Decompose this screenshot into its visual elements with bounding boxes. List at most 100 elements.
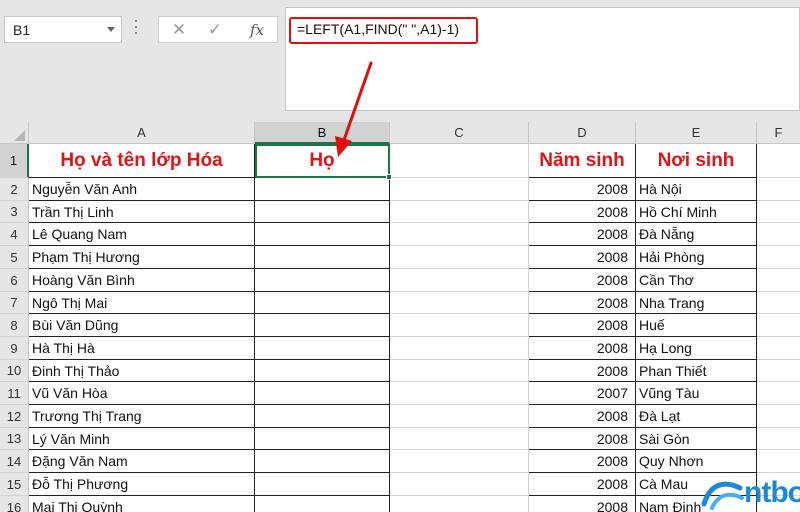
cell-birthplace[interactable]: Hải Phòng [636, 246, 757, 269]
cell-birth-year[interactable]: 2008 [529, 405, 636, 428]
row-header[interactable]: 2 [0, 178, 29, 201]
cell-name[interactable]: Nguyễn Văn Anh [29, 178, 255, 201]
cell-birthplace[interactable]: Nha Trang [636, 292, 757, 314]
cell-family-name[interactable] [255, 496, 390, 512]
row-header[interactable]: 14 [0, 450, 29, 473]
cell-empty[interactable] [390, 473, 529, 496]
column-header-a[interactable]: A [29, 122, 255, 144]
cell-family-name[interactable] [255, 337, 390, 360]
cell-name[interactable]: Đỗ Thị Phương [29, 473, 255, 496]
cell-empty[interactable] [390, 496, 529, 512]
cell-empty[interactable] [757, 360, 800, 382]
cell-family-name[interactable] [255, 178, 390, 201]
cell-a1[interactable]: Họ và tên lớp Hóa [29, 144, 255, 178]
drag-handle-icon[interactable] [134, 20, 138, 38]
cell-birthplace[interactable]: Hạ Long [636, 337, 757, 360]
cell-family-name[interactable] [255, 201, 390, 223]
cell-birth-year[interactable]: 2008 [529, 496, 636, 512]
name-box[interactable]: B1 [4, 16, 122, 43]
cell-family-name[interactable] [255, 360, 390, 382]
cell-birth-year[interactable]: 2008 [529, 473, 636, 496]
cell-empty[interactable] [757, 405, 800, 428]
cell-family-name[interactable] [255, 223, 390, 246]
cell-family-name[interactable] [255, 428, 390, 450]
cell-name[interactable]: Mai Thị Quỳnh [29, 496, 255, 512]
cell-empty[interactable] [757, 314, 800, 337]
cell-name[interactable]: Ngô Thị Mai [29, 292, 255, 314]
cell-empty[interactable] [757, 292, 800, 314]
row-header[interactable]: 15 [0, 473, 29, 496]
cell-name[interactable]: Phạm Thị Hương [29, 246, 255, 269]
cell-empty[interactable] [390, 360, 529, 382]
chevron-down-icon[interactable] [107, 27, 115, 32]
cell-empty[interactable] [390, 450, 529, 473]
row-header[interactable]: 9 [0, 337, 29, 360]
cell-birth-year[interactable]: 2008 [529, 428, 636, 450]
row-header[interactable]: 5 [0, 246, 29, 269]
column-header-d[interactable]: D [529, 122, 636, 144]
cell-empty[interactable] [757, 337, 800, 360]
cell-birth-year[interactable]: 2008 [529, 246, 636, 269]
cell-empty[interactable] [757, 223, 800, 246]
row-header[interactable]: 1 [0, 144, 29, 178]
cell-birth-year[interactable]: 2008 [529, 178, 636, 201]
cell-empty[interactable] [390, 405, 529, 428]
cell-birthplace[interactable]: Vũng Tàu [636, 382, 757, 405]
cell-birthplace[interactable]: Cần Thơ [636, 269, 757, 292]
column-header-f[interactable]: F [757, 122, 800, 144]
check-icon[interactable]: ✓ [201, 18, 229, 42]
cell-name[interactable]: Vũ Văn Hòa [29, 382, 255, 405]
row-header[interactable]: 4 [0, 223, 29, 246]
cell-empty[interactable] [757, 201, 800, 223]
cell-empty[interactable] [390, 428, 529, 450]
select-all-button[interactable] [0, 122, 29, 144]
row-header[interactable]: 12 [0, 405, 29, 428]
column-header-b[interactable]: B [255, 122, 390, 144]
cell-family-name[interactable] [255, 382, 390, 405]
cell-family-name[interactable] [255, 473, 390, 496]
cell-c1[interactable] [390, 144, 529, 178]
cell-family-name[interactable] [255, 246, 390, 269]
cell-empty[interactable] [390, 382, 529, 405]
cell-birth-year[interactable]: 2008 [529, 292, 636, 314]
cell-name[interactable]: Hoàng Văn Bình [29, 269, 255, 292]
cell-family-name[interactable] [255, 450, 390, 473]
row-header[interactable]: 7 [0, 292, 29, 314]
cell-empty[interactable] [757, 178, 800, 201]
cell-empty[interactable] [757, 428, 800, 450]
cell-birthplace[interactable]: Đà Lạt [636, 405, 757, 428]
cell-birthplace[interactable]: Quy Nhơn [636, 450, 757, 473]
cell-birthplace[interactable]: Đà Nẵng [636, 223, 757, 246]
column-header-c[interactable]: C [390, 122, 529, 144]
cell-empty[interactable] [390, 178, 529, 201]
formula-text[interactable]: =LEFT(A1,FIND(" ",A1)-1) [297, 21, 459, 37]
cell-name[interactable]: Trần Thị Linh [29, 201, 255, 223]
cell-empty[interactable] [390, 269, 529, 292]
row-header[interactable]: 8 [0, 314, 29, 337]
cell-birth-year[interactable]: 2008 [529, 269, 636, 292]
cell-empty[interactable] [390, 337, 529, 360]
cell-birthplace[interactable]: Phan Thiết [636, 360, 757, 382]
cell-family-name[interactable] [255, 405, 390, 428]
row-header[interactable]: 10 [0, 360, 29, 382]
cell-birthplace[interactable]: Hồ Chí Minh [636, 201, 757, 223]
cell-family-name[interactable] [255, 269, 390, 292]
cell-empty[interactable] [757, 269, 800, 292]
cell-empty[interactable] [390, 292, 529, 314]
cell-name[interactable]: Hà Thị Hà [29, 337, 255, 360]
cancel-icon[interactable]: ✕ [165, 18, 193, 42]
row-header[interactable]: 16 [0, 496, 29, 512]
cell-birth-year[interactable]: 2007 [529, 382, 636, 405]
cell-birth-year[interactable]: 2008 [529, 337, 636, 360]
cell-name[interactable]: Đinh Thị Thảo [29, 360, 255, 382]
cell-name[interactable]: Lê Quang Nam [29, 223, 255, 246]
cell-empty[interactable] [757, 382, 800, 405]
cell-d1[interactable]: Năm sinh [529, 144, 636, 178]
cell-birthplace[interactable]: Huế [636, 314, 757, 337]
cell-birth-year[interactable]: 2008 [529, 223, 636, 246]
cell-e1[interactable]: Nơi sinh [636, 144, 757, 178]
cell-empty[interactable] [390, 314, 529, 337]
cell-birth-year[interactable]: 2008 [529, 314, 636, 337]
cell-f1[interactable] [757, 144, 800, 178]
column-header-e[interactable]: E [636, 122, 757, 144]
